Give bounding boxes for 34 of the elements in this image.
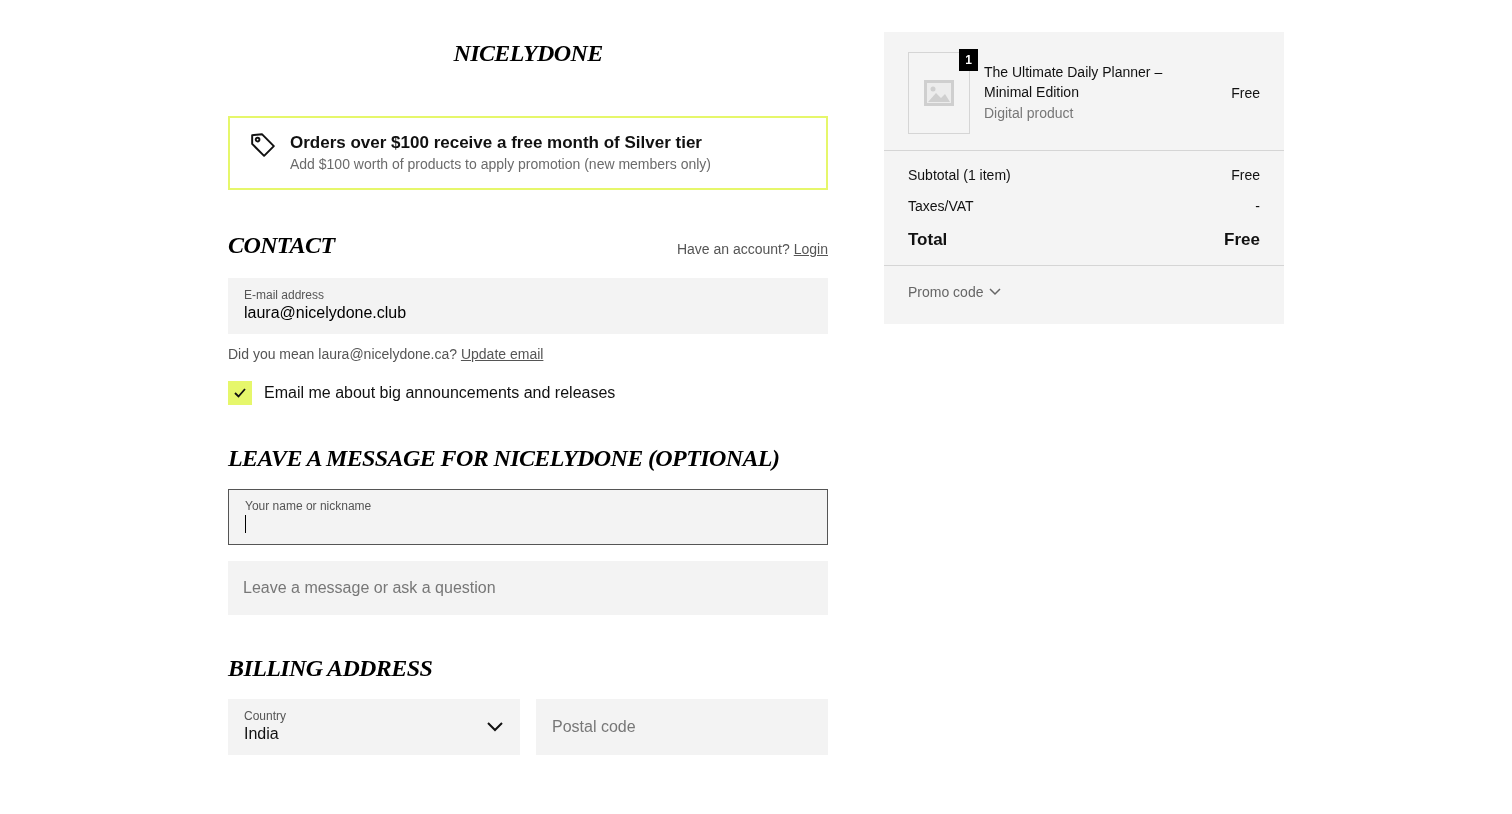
- summary-label: Subtotal (1 item): [908, 166, 1011, 185]
- name-field[interactable]: Your name or nickname: [228, 489, 828, 545]
- image-placeholder-icon: [923, 77, 955, 109]
- postal-code-field[interactable]: Postal code: [536, 699, 828, 755]
- promotion-subtitle: Add $100 worth of products to apply promotion (new members only): [290, 155, 711, 174]
- newsletter-label: Email me about big announcements and releases: [264, 383, 616, 403]
- email-suggestion: Did you mean laura@nicelydone.ca? Update email: [228, 345, 545, 364]
- summary-label: Taxes/VAT: [908, 197, 974, 216]
- summary-label: Total: [908, 229, 948, 251]
- check-icon: [233, 386, 247, 400]
- promotion-title: Orders over $100 receive a free month of Silver tier: [290, 132, 703, 154]
- chevron-down-icon: [486, 721, 504, 733]
- login-link[interactable]: Login: [793, 239, 828, 260]
- newsletter-checkbox[interactable]: [228, 381, 252, 405]
- update-email-link[interactable]: Update email: [460, 346, 544, 362]
- promo-code-toggle[interactable]: Promo code: [908, 281, 1002, 303]
- text-cursor: [245, 515, 246, 533]
- section-heading: LEAVE A MESSAGE FOR NICELYDONE (OPTIONAL): [228, 444, 781, 473]
- section-heading: CONTACT: [228, 231, 335, 260]
- summary-value: Free: [1224, 229, 1260, 251]
- product-price: Free: [1231, 83, 1260, 103]
- product-name: The Ultimate Daily Planner – Minimal Edition: [984, 63, 1164, 102]
- account-prompt: Have an account?: [676, 240, 790, 259]
- product-type: Digital product: [984, 104, 1075, 123]
- summary-value: -: [1255, 197, 1260, 216]
- chevron-down-icon: [989, 288, 1002, 296]
- section-heading: BILLING ADDRESS: [228, 654, 434, 683]
- country-select[interactable]: Country India: [228, 699, 520, 755]
- message-field[interactable]: Leave a message or ask a question: [228, 561, 828, 615]
- email-field[interactable]: E-mail address laura@nicelydone.club: [228, 278, 828, 334]
- summary-value: Free: [1231, 166, 1260, 185]
- quantity-badge: 1: [959, 49, 978, 71]
- logo[interactable]: NICELYDONE: [453, 38, 603, 68]
- tag-icon: [250, 132, 276, 158]
